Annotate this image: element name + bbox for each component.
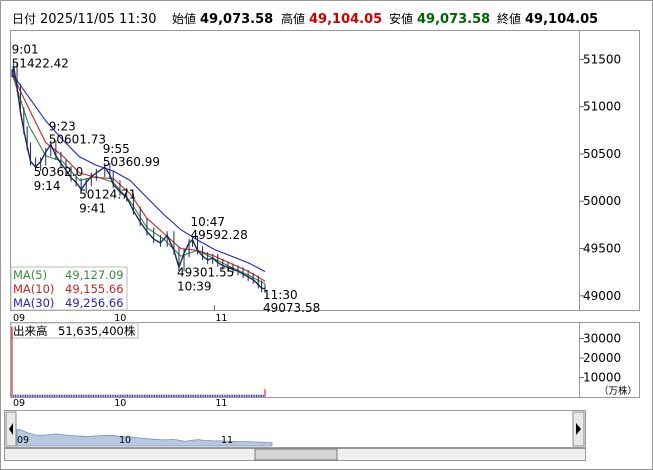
annotation-value-6: 49301.55 [177,265,234,279]
ma10-label: MA(10) [13,282,54,296]
price-y-tick-label-4: 49500 [583,242,621,256]
ma-legend: MA(5) 49,127.09 MA(10) 49,155.66 MA(30) … [10,266,128,311]
datetime-value: 2025/11/05 11:30 [40,12,157,27]
low-label: 安値 [389,11,413,26]
volume-x-tick-label-1: 10 [114,398,126,409]
high-value: 49,104.05 [309,12,382,27]
annotation-time-1: 9:23 [49,119,76,133]
overview-x-tick-label-0: 09 [17,435,29,446]
annotation-time-6: 10:39 [177,279,212,293]
price-y-tick-label-2: 50500 [583,147,621,161]
low-value: 49,073.58 [417,12,490,27]
annotation-time-4: 9:41 [79,201,106,215]
annotation-value-3: 50360.99 [103,155,160,169]
annotation-value-2: 50362.0 [34,165,84,179]
open-value: 49,073.58 [200,12,273,27]
price-y-tick-label-3: 50000 [583,194,621,208]
annotation-value-1: 50601.73 [49,132,106,146]
ma30-label: MA(30) [13,296,54,310]
ma5-value: 49,127.09 [65,268,124,282]
annotation-time-0: 9:01 [12,43,39,57]
volume-y-axis: 30000 20000 10000 [580,332,621,385]
annotation-time-2: 9:14 [34,179,61,193]
price-y-tick-label-0: 51500 [583,52,621,66]
date-label: 日付 [12,12,36,26]
volume-legend: 出来高 51,635,400株 [10,322,139,339]
overview-x-tick-label-1: 10 [119,435,131,446]
volume-unit: （万株） [599,385,637,397]
volume-label: 出来高 [13,324,48,338]
annotation-time-3: 9:55 [103,142,130,156]
overview-scroll-thumb[interactable] [254,448,338,461]
volume-x-tick-label-2: 11 [215,398,227,409]
annotation-value-4: 50124.71 [79,187,136,201]
ma30-value: 49,256.66 [65,296,124,310]
annotation-value-0: 51422.42 [12,57,69,71]
high-label: 高値 [281,11,305,26]
volume-x-tick-label-0: 09 [13,398,25,409]
annotation-time-5: 10:47 [190,215,225,229]
overview-navigator[interactable]: 09 10 11 [4,410,586,461]
volume-y-tick-label-2: 10000 [583,371,621,385]
annotation-value-7: 49073.58 [263,301,320,315]
close-label: 終値 [497,11,521,26]
volume-y-tick-label-0: 30000 [583,332,621,346]
annotation-value-5: 49592.28 [190,228,247,242]
volume-value: 51,635,400株 [58,324,136,338]
price-y-tick-label-5: 49000 [583,289,621,303]
window-border [0,0,653,470]
overview-x-tick-label-2: 11 [221,435,233,446]
open-label: 始値 [172,11,196,26]
ma5-label: MA(5) [13,268,47,282]
annotation-time-7: 11:30 [263,288,298,302]
price-y-tick-label-1: 51000 [583,100,621,114]
ma10-value: 49,155.66 [65,282,124,296]
volume-y-tick-label-1: 20000 [583,351,621,365]
stock-chart-window: 日付 2025/11/05 11:30 始値 49,073.58 高値 49,1… [0,0,653,470]
close-value: 49,104.05 [525,12,598,27]
